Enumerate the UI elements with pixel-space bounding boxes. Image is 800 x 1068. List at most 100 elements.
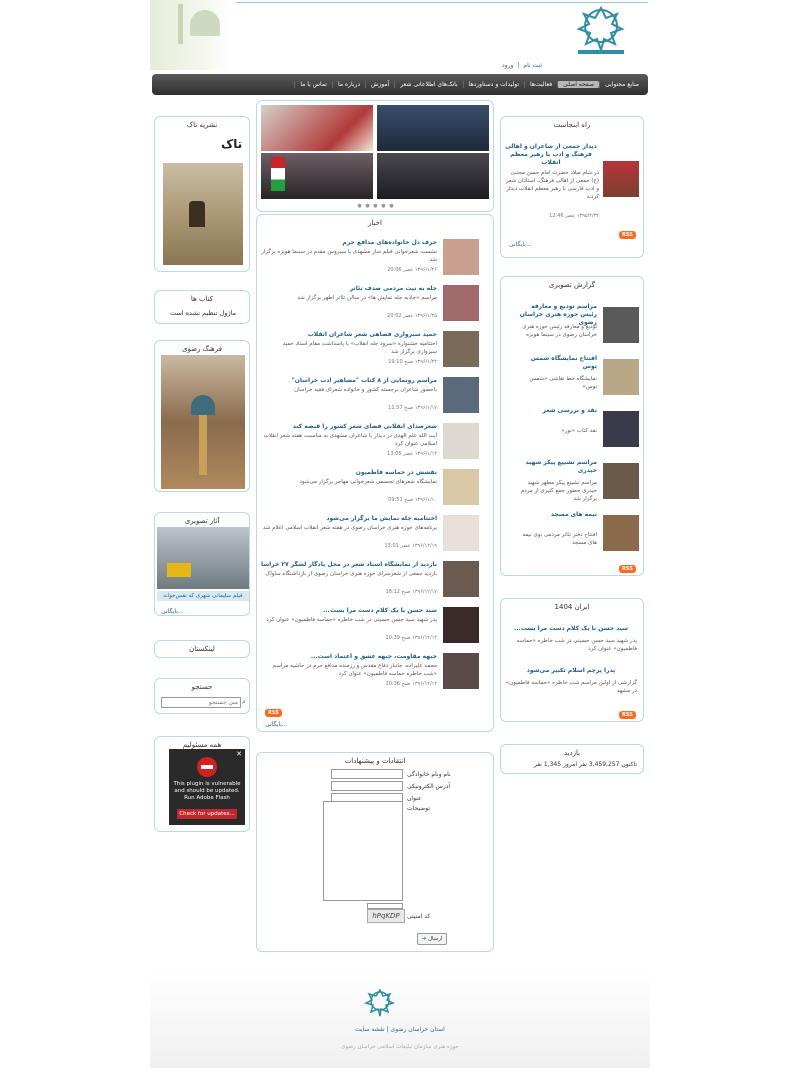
- news-thumb[interactable]: [443, 561, 479, 597]
- slide-image-1[interactable]: [261, 105, 373, 151]
- news-item-title[interactable]: جبهه مقاومت، جبهه عشق و اعتماد است...: [261, 653, 437, 660]
- farhang-box: فرهنگ رضوی: [154, 340, 250, 492]
- news-item[interactable]: حرف دل خانواده‌های مدافع حرم نشست شعرخوان…: [261, 239, 479, 283]
- gozaresh-item-desc: افتتاح دفتر تئاتر مردمی بوی نیمه های مسج…: [522, 532, 597, 546]
- news-thumb[interactable]: [443, 285, 479, 321]
- news-item[interactable]: شعرصدای انقلابی فضای شعر کشور را قبضه کن…: [261, 423, 479, 467]
- slide-image-2[interactable]: [377, 105, 489, 151]
- form-email-input[interactable]: [331, 781, 403, 791]
- form-desc-textarea[interactable]: [323, 801, 403, 901]
- news-item-title[interactable]: نقشش در حماسه فاطمیون: [261, 469, 437, 476]
- gozaresh-thumb[interactable]: [603, 359, 639, 395]
- flash-update-button[interactable]: Check for updates...: [177, 809, 237, 819]
- nav-item-3[interactable]: تولیدات و دستاوردها: [462, 81, 524, 88]
- gozaresh-thumb[interactable]: [603, 411, 639, 447]
- news-item[interactable]: سید حسن با یک کلام دست مرا بست... پدر شهی…: [261, 607, 479, 651]
- gozaresh-item[interactable]: افتتاح نمایشگاه شمس توس نمایشگاه خط نقاشی…: [503, 355, 639, 405]
- news-item-date: ۱۳۹۶/۱۲/۱۲ صبح 10:36: [385, 681, 437, 687]
- form-captcha-input[interactable]: [367, 903, 403, 909]
- rah-item-title[interactable]: دیدار جمعی از شاعران و اهالی فرهنگ و ادب…: [503, 143, 599, 167]
- links-title[interactable]: لینکستان: [155, 641, 249, 653]
- gozaresh-item-title[interactable]: مراسم تشییع پیکر شهید حیدری: [517, 459, 597, 475]
- close-icon[interactable]: ✕: [236, 750, 242, 758]
- gozaresh-item-title[interactable]: نقد و بررسی شعر: [517, 407, 597, 415]
- slide-image-3[interactable]: [261, 153, 373, 199]
- books-empty-text: ماژول تنظیم نشده است: [169, 309, 237, 317]
- news-item-title[interactable]: اختتامیه جله نمایش ما برگزار می‌شود: [261, 515, 437, 522]
- slide-dots[interactable]: ● ● ● ● ●: [257, 203, 495, 209]
- footer-copyright: حوزه هنری سازمان تبلیغات اسلامی خراسان ر…: [341, 1044, 459, 1050]
- search-input[interactable]: [161, 697, 241, 708]
- news-thumb[interactable]: [443, 423, 479, 459]
- news-rss-button[interactable]: RSS: [265, 709, 282, 717]
- news-item[interactable]: جبهه مقاومت، جبهه عشق و اعتماد است... محم…: [261, 653, 479, 697]
- gozaresh-item-title[interactable]: افتتاح نمایشگاه شمس توس: [517, 355, 597, 371]
- logo-icon[interactable]: [566, 4, 636, 60]
- news-thumb[interactable]: [443, 377, 479, 413]
- news-item-title[interactable]: جله به نیت مردمی صدف تئاتر: [261, 285, 437, 292]
- news-item-title[interactable]: مراسم رونمایی از ۸ کتاب "مشاهیر ادب خراس…: [261, 377, 437, 384]
- rah-more-link[interactable]: بایگانی...: [509, 241, 532, 248]
- nav-item-7[interactable]: تماس با ما: [294, 81, 332, 88]
- news-item-title[interactable]: حمید سبزواری فضاهی شعر شاعران انقلاب: [261, 331, 437, 338]
- news-item-title[interactable]: بازدید از نمایشگاه اسناد شعر در محل یادگ…: [261, 561, 437, 568]
- farhang-cover-image[interactable]: [161, 355, 245, 489]
- asar-caption[interactable]: فیلم سلیمانی شهری که نفس‌خواند: [157, 591, 249, 601]
- news-item[interactable]: بازدید از نمایشگاه اسناد شعر در محل یادگ…: [261, 561, 479, 605]
- iran-item-title[interactable]: سید حسن با یک کلام دست مرا بست...: [505, 625, 637, 632]
- news-item[interactable]: جله به نیت مردمی صدف تئاتر مراسم «جاذبه ج…: [261, 285, 479, 329]
- feedback-title: انتقادات و پیشنهادات: [344, 757, 406, 765]
- gozaresh-thumb[interactable]: [603, 463, 639, 499]
- gozaresh-item[interactable]: نیمه های مسجد افتتاح دفتر تئاتر مردمی بوی…: [503, 511, 639, 561]
- footer-links[interactable]: استان خراسان رضوی | نقشه سایت: [150, 1026, 650, 1033]
- nav-item-0[interactable]: منابع محتوایی: [599, 81, 644, 88]
- asar-video-thumb[interactable]: [157, 527, 249, 589]
- news-thumb[interactable]: [443, 515, 479, 551]
- news-item-title[interactable]: سید حسن با یک کلام دست مرا بست...: [261, 607, 437, 614]
- form-submit-button[interactable]: ➜ ارسال: [417, 933, 447, 945]
- register-link[interactable]: ثبت نام: [523, 62, 542, 69]
- gozaresh-thumb[interactable]: [603, 515, 639, 551]
- asar-more-link[interactable]: بایگانی...: [161, 608, 184, 615]
- news-item[interactable]: حمید سبزواری فضاهی شعر شاعران انقلاب اختت…: [261, 331, 479, 375]
- flash-line-2: and should be updated.: [174, 788, 240, 794]
- rah-thumb[interactable]: [603, 161, 639, 197]
- nav-item-6[interactable]: درباره ما: [331, 81, 365, 88]
- nav-item-2[interactable]: فعالیت‌ها: [524, 81, 557, 88]
- form-name-input[interactable]: [331, 769, 403, 779]
- search-icon[interactable]: ⌕: [242, 697, 249, 708]
- news-more-link[interactable]: بایگانی...: [265, 721, 288, 728]
- footer-logo-icon[interactable]: [360, 988, 400, 1020]
- news-thumb[interactable]: [443, 653, 479, 689]
- news-item[interactable]: نقشش در حماسه فاطمیون نمایشگاه شعرهای تجس…: [261, 469, 479, 513]
- flash-plugin-panel: ✕ This plugin is vulnerable and should b…: [169, 749, 245, 825]
- gozaresh-item[interactable]: مراسم تودیع و معارفه رئیس حوزه هنری خراس…: [503, 303, 639, 353]
- gozaresh-item-desc: تودیع و معارفه رئیس حوزه هنری خراسان رضو…: [522, 324, 597, 338]
- iran-item[interactable]: سید حسن با یک کلام دست مرا بست... پدر شهی…: [505, 625, 637, 665]
- rah-rss-button[interactable]: RSS: [619, 231, 636, 239]
- news-thumb[interactable]: [443, 239, 479, 275]
- gozaresh-item[interactable]: نقد و بررسی شعر نقد کتاب «نور»: [503, 407, 639, 457]
- gozaresh-item-title[interactable]: نیمه های مسجد: [517, 511, 597, 519]
- news-item[interactable]: مراسم رونمایی از ۸ کتاب "مشاهیر ادب خراس…: [261, 377, 479, 421]
- nashriyeh-cover-image[interactable]: [163, 163, 243, 265]
- login-link[interactable]: ورود: [502, 62, 513, 69]
- nav-item-1[interactable]: صفحه اصلی: [557, 81, 600, 88]
- flash-message: This plugin is vulnerable and should be …: [169, 781, 245, 802]
- nav-item-4[interactable]: بانک‌های اطلاعاتی شعر: [394, 81, 462, 88]
- gozaresh-thumb[interactable]: [603, 307, 639, 343]
- news-thumb[interactable]: [443, 331, 479, 367]
- gozaresh-item[interactable]: مراسم تشییع پیکر شهید حیدری مراسم تشییع پ…: [503, 459, 639, 509]
- news-item-title[interactable]: حرف دل خانواده‌های مدافع حرم: [261, 239, 437, 246]
- search-title: جستجو: [191, 683, 213, 691]
- gozaresh-rss-button[interactable]: RSS: [619, 565, 636, 573]
- iran-item-title[interactable]: پدرا پرچم اسلام تکبیر می‌شود: [505, 667, 637, 674]
- iran-item[interactable]: پدرا پرچم اسلام تکبیر می‌شود گزارشی از او…: [505, 667, 637, 707]
- iran-rss-button[interactable]: RSS: [619, 711, 636, 719]
- news-thumb[interactable]: [443, 469, 479, 505]
- news-item[interactable]: اختتامیه جله نمایش ما برگزار می‌شود برنام…: [261, 515, 479, 559]
- news-thumb[interactable]: [443, 607, 479, 643]
- news-item-title[interactable]: شعرصدای انقلابی فضای شعر کشور را قبضه کن…: [261, 423, 437, 430]
- slide-image-4[interactable]: [377, 153, 489, 199]
- nav-item-5[interactable]: آموزش: [365, 81, 394, 88]
